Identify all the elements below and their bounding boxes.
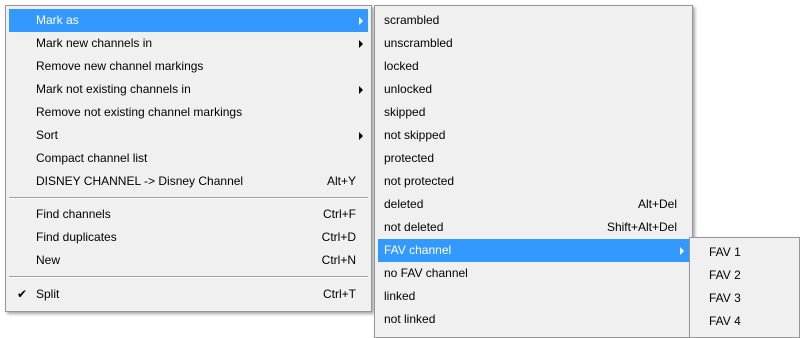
menu-item-label: locked xyxy=(384,59,419,73)
menu-item-mark-not-existing-channels-in[interactable]: Mark not existing channels in xyxy=(9,78,368,101)
submenu-arrow-icon xyxy=(359,86,363,94)
submenu-item-cut-off[interactable]: F xyxy=(378,331,689,337)
menu-item-label: not protected xyxy=(384,174,455,188)
menu-item-mark-as[interactable]: Mark as xyxy=(9,9,368,32)
submenu-arrow-icon xyxy=(359,17,363,25)
menu-item-label: unlocked xyxy=(384,82,433,96)
submenu-item-not-protected[interactable]: not protected xyxy=(378,170,689,193)
context-menu: Mark as Mark new channels in Remove new … xyxy=(5,5,372,312)
menu-item-label: FAV 3 xyxy=(709,291,741,305)
menu-item-remove-not-existing-channel-markings[interactable]: Remove not existing channel markings xyxy=(9,101,368,124)
submenu-item-fav-2[interactable]: FAV 2 xyxy=(693,264,796,287)
menu-item-shortcut: Ctrl+F xyxy=(323,207,356,221)
submenu-item-scrambled[interactable]: scrambled xyxy=(378,9,689,32)
menu-item-label: deleted xyxy=(384,197,424,211)
checkmark-icon: ✔ xyxy=(17,287,28,301)
menu-item-label: skipped xyxy=(384,105,426,119)
menu-item-label: not linked xyxy=(384,312,436,326)
menu-item-label: FAV channel xyxy=(384,243,452,257)
submenu-item-not-linked[interactable]: not linked xyxy=(378,308,689,331)
menu-item-label: no FAV channel xyxy=(384,266,468,280)
menu-item-label: Remove not existing channel markings xyxy=(36,105,243,119)
menu-item-label: linked xyxy=(384,289,416,303)
menu-item-label: F xyxy=(384,331,391,337)
submenu-item-fav-4[interactable]: FAV 4 xyxy=(693,310,796,333)
menu-item-sort[interactable]: Sort xyxy=(9,124,368,147)
menu-item-label: Mark not existing channels in xyxy=(36,82,191,96)
menu-item-label: Find duplicates xyxy=(36,230,117,244)
submenu-arrow-icon xyxy=(359,40,363,48)
menu-item-shortcut: Alt+Del xyxy=(637,197,677,211)
submenu-item-skipped[interactable]: skipped xyxy=(378,101,689,124)
menu-item-label: Mark as xyxy=(36,13,79,27)
submenu-item-not-deleted[interactable]: not deleted Shift+Alt+Del xyxy=(378,216,689,239)
submenu-item-fav-channel[interactable]: FAV channel xyxy=(378,239,689,262)
menu-item-label: Sort xyxy=(36,128,59,142)
submenu-item-protected[interactable]: protected xyxy=(378,147,689,170)
submenu-item-linked[interactable]: linked xyxy=(378,285,689,308)
submenu-arrow-icon xyxy=(359,132,363,140)
menu-item-label: not skipped xyxy=(384,128,446,142)
menu-item-label: Remove new channel markings xyxy=(36,59,204,73)
menu-item-label: Find channels xyxy=(36,207,111,221)
menu-item-shortcut: Ctrl+D xyxy=(321,230,356,244)
menu-item-label: DISNEY CHANNEL -> Disney Channel xyxy=(36,174,244,188)
menu-item-remove-new-channel-markings[interactable]: Remove new channel markings xyxy=(9,55,368,78)
menu-item-compact-channel-list[interactable]: Compact channel list xyxy=(9,147,368,170)
menu-item-shortcut: Alt+Y xyxy=(326,174,356,188)
menu-item-label: Split xyxy=(36,287,60,301)
menu-item-label: protected xyxy=(384,151,435,165)
menu-item-shortcut: Ctrl+T xyxy=(323,287,356,301)
menu-item-label: New xyxy=(36,253,61,267)
submenu-item-locked[interactable]: locked xyxy=(378,55,689,78)
menu-item-new[interactable]: New Ctrl+N xyxy=(9,249,368,272)
menu-item-mark-new-channels-in[interactable]: Mark new channels in xyxy=(9,32,368,55)
menu-item-label: FAV 2 xyxy=(709,268,741,282)
menu-item-shortcut: Ctrl+N xyxy=(321,253,356,267)
menu-item-shortcut: Shift+Alt+Del xyxy=(606,220,677,234)
menu-item-label: unscrambled xyxy=(384,36,453,50)
menu-item-rename-disney-channel[interactable]: DISNEY CHANNEL -> Disney Channel Alt+Y xyxy=(9,170,368,193)
submenu-item-fav-1[interactable]: FAV 1 xyxy=(693,241,796,264)
menu-separator xyxy=(9,197,368,199)
menu-item-find-duplicates[interactable]: Find duplicates Ctrl+D xyxy=(9,226,368,249)
menu-item-find-channels[interactable]: Find channels Ctrl+F xyxy=(9,203,368,226)
menu-separator xyxy=(9,276,368,278)
menu-item-label: FAV 4 xyxy=(709,314,741,328)
menu-item-label: Mark new channels in xyxy=(36,36,153,50)
menu-item-label: FAV 1 xyxy=(709,245,741,259)
menu-item-label: not deleted xyxy=(384,220,444,234)
submenu-item-deleted[interactable]: deleted Alt+Del xyxy=(378,193,689,216)
submenu-item-no-fav-channel[interactable]: no FAV channel xyxy=(378,262,689,285)
menu-item-label: Compact channel list xyxy=(36,151,148,165)
fav-channel-submenu: FAV 1 FAV 2 FAV 3 FAV 4 xyxy=(689,237,800,338)
submenu-item-fav-3[interactable]: FAV 3 xyxy=(693,287,796,310)
menu-item-label: scrambled xyxy=(384,13,440,27)
submenu-item-not-skipped[interactable]: not skipped xyxy=(378,124,689,147)
submenu-arrow-icon xyxy=(680,247,684,255)
submenu-item-unlocked[interactable]: unlocked xyxy=(378,78,689,101)
mark-as-submenu: scrambled unscrambled locked unlocked sk… xyxy=(374,5,693,338)
submenu-item-unscrambled[interactable]: unscrambled xyxy=(378,32,689,55)
menu-item-split[interactable]: ✔ Split Ctrl+T xyxy=(9,283,368,306)
